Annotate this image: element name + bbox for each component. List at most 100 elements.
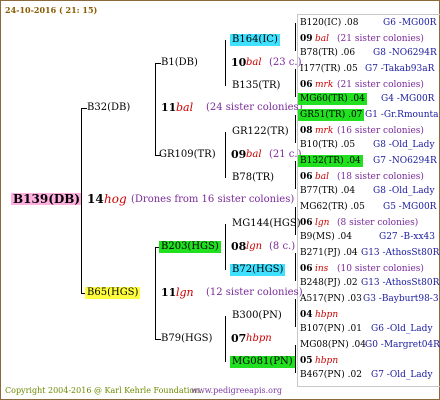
bracket-g4-5	[295, 253, 296, 281]
g2-desc-0: (23 c.)	[269, 57, 302, 68]
g2-name-2[interactable]: B203(HGS)	[159, 241, 221, 253]
g4-top-5[interactable]: B271(PJ) .04	[300, 247, 358, 259]
g1-top-gen: 11	[161, 101, 177, 114]
g4-bot-4[interactable]: B9(MS) .04	[300, 231, 352, 243]
bracket-g4-0	[295, 23, 296, 51]
g4-bot-6[interactable]: B107(PN) .01	[300, 323, 362, 335]
date-label: 24-10-2016 ( 21: 15)	[5, 5, 98, 15]
g4-gen-0: 09	[300, 34, 313, 44]
bracket-g3-0	[225, 40, 226, 86]
g2-desc-1: (21 c.)	[269, 149, 302, 160]
bracket-g4-7	[295, 345, 296, 373]
g2-name-1[interactable]: GR109(TR)	[159, 149, 216, 161]
g3-name-1[interactable]: B135(TR)	[232, 80, 280, 92]
g4-desc-3: (18 sister colonies)	[337, 172, 424, 182]
g4-topsrc-7: G0 -Margret04R	[365, 340, 440, 350]
g4-bot-0[interactable]: B78(TR) .06	[300, 47, 355, 59]
g4-topsrc-5: G13 -AthosSt80R	[361, 248, 440, 258]
root-queen[interactable]: B139(DB)	[11, 193, 83, 205]
g3-name-3[interactable]: B78(TR)	[232, 172, 274, 184]
pedigree-chart: 24-10-2016 ( 21: 15) Copyright 2004-2016…	[0, 0, 440, 400]
g1-top-desc: (24 sister colonies)	[206, 102, 303, 113]
g4-desc-5: (10 sister colonies)	[337, 264, 424, 274]
g4-bot-1[interactable]: MG60(TR) .04	[298, 93, 367, 105]
g2-desc-2: (8 c.)	[269, 241, 296, 252]
g4-botsrc-0: G8 -NO6294R	[373, 48, 437, 58]
g4-botsrc-1: G4 -MG00R	[381, 94, 435, 104]
g4-topsrc-1: G7 -Takab93aR	[365, 64, 435, 74]
g4-topsrc-4: G5 -MG00R	[383, 202, 437, 212]
g4-top-6[interactable]: A517(PN) .03	[300, 293, 362, 305]
g4-note-4: lgn	[315, 218, 330, 228]
g2-note-1: bal	[246, 149, 262, 160]
g4-bot-7[interactable]: B467(PN) .02	[300, 369, 362, 381]
root-desc: (Drones from 16 sister colonies)	[131, 194, 295, 205]
g4-desc-2: (16 sister colonies)	[337, 126, 424, 136]
g1-top-note: bal	[176, 101, 194, 114]
g1-top-name[interactable]: B32(DB)	[87, 102, 130, 114]
g4-gen-3: 06	[300, 172, 313, 182]
g3-name-0[interactable]: B164(IC)	[230, 34, 280, 46]
g4-botsrc-2: G8 -Old_Lady	[373, 140, 435, 150]
root-note: hog	[104, 192, 127, 206]
bracket-g2-top	[155, 63, 156, 155]
g4-gen-7: 05	[300, 356, 313, 366]
g4-top-1[interactable]: I177(TR) .05	[300, 63, 358, 75]
g2-name-0[interactable]: B1(DB)	[161, 57, 198, 69]
g2-note-3: hbpn	[246, 333, 272, 344]
g4-topsrc-2: G1 -Gr.Rmounta	[365, 110, 439, 120]
g4-note-1: mrk	[315, 80, 334, 90]
g4-botsrc-5: G13 -AthosSt80R	[361, 278, 440, 288]
g4-topsrc-6: G3 -Bayburt98-3	[363, 294, 439, 304]
g4-gen-6: 04	[300, 310, 313, 320]
bracket-g4-6	[295, 299, 296, 327]
g4-top-4[interactable]: MG62(TR) .05	[300, 201, 365, 213]
g4-top-2[interactable]: GR51(TR) .07	[298, 109, 365, 121]
g4-note-2: mrk	[315, 126, 334, 136]
g4-botsrc-3: G8 -Old_Lady	[373, 186, 435, 196]
g4-desc-4: (8 sister colonies)	[337, 218, 419, 228]
bracket-g4-1	[295, 69, 296, 97]
g4-top-3[interactable]: B132(TR) .04	[298, 155, 363, 167]
bracket-g4-3	[295, 161, 296, 189]
bracket-g1	[81, 108, 82, 293]
g4-top-0[interactable]: B120(IC) .08	[300, 17, 358, 29]
g3-name-5[interactable]: B72(HGS)	[230, 264, 286, 276]
g4-gen-1: 06	[300, 80, 313, 90]
bracket-g2-bot	[155, 247, 156, 339]
g4-note-3: bal	[315, 172, 330, 182]
g3-name-6[interactable]: B300(PN)	[232, 310, 282, 322]
g2-name-3[interactable]: B79(HGS)	[161, 333, 212, 345]
bracket-g4-4	[295, 207, 296, 235]
g4-desc-0: (21 sister colonies)	[337, 34, 424, 44]
g4-note-5: ins	[315, 264, 329, 274]
g4-bot-2[interactable]: B10(TR) .05	[300, 139, 355, 151]
g4-gen-5: 06	[300, 264, 313, 274]
g3-name-4[interactable]: MG144(HGS)	[232, 218, 301, 230]
bracket-g3-3	[225, 316, 226, 362]
website-link[interactable]: www.pedigreeapis.org	[191, 385, 282, 397]
g4-bot-3[interactable]: B77(TR) .04	[300, 185, 355, 197]
g1-bot-name[interactable]: B65(HGS)	[85, 287, 141, 299]
bracket-g3-2	[225, 224, 226, 270]
g4-note-0: bal	[315, 34, 330, 44]
g2-gen-2: 08	[231, 240, 247, 253]
g4-note-7: hbpn	[315, 356, 339, 366]
g4-note-6: hbpn	[315, 310, 339, 320]
root-gen: 14	[87, 192, 104, 206]
g1-bot-gen: 11	[161, 286, 177, 299]
g4-bot-5[interactable]: B248(PJ) .02	[300, 277, 358, 289]
g4-desc-1: (21 sister colonies)	[337, 80, 424, 90]
g2-note-2: lgn	[246, 241, 263, 252]
g4-top-7[interactable]: MG08(PN) .04	[300, 339, 366, 351]
g3-name-2[interactable]: GR122(TR)	[232, 126, 289, 138]
g4-botsrc-4: G27 -B-xx43	[379, 232, 435, 242]
g2-gen-3: 07	[231, 332, 247, 345]
g4-topsrc-0: G6 -MG00R	[383, 18, 437, 28]
g1-bot-desc: (12 sister colonies)	[206, 287, 303, 298]
g4-gen-4: 06	[300, 218, 313, 228]
g2-gen-0: 10	[231, 56, 247, 69]
g3-name-7[interactable]: MG081(PN)	[230, 356, 295, 368]
g4-gen-2: 08	[300, 126, 313, 136]
copyright-label: Copyright 2004-2016 @ Karl Kehrle Founda…	[5, 386, 202, 395]
